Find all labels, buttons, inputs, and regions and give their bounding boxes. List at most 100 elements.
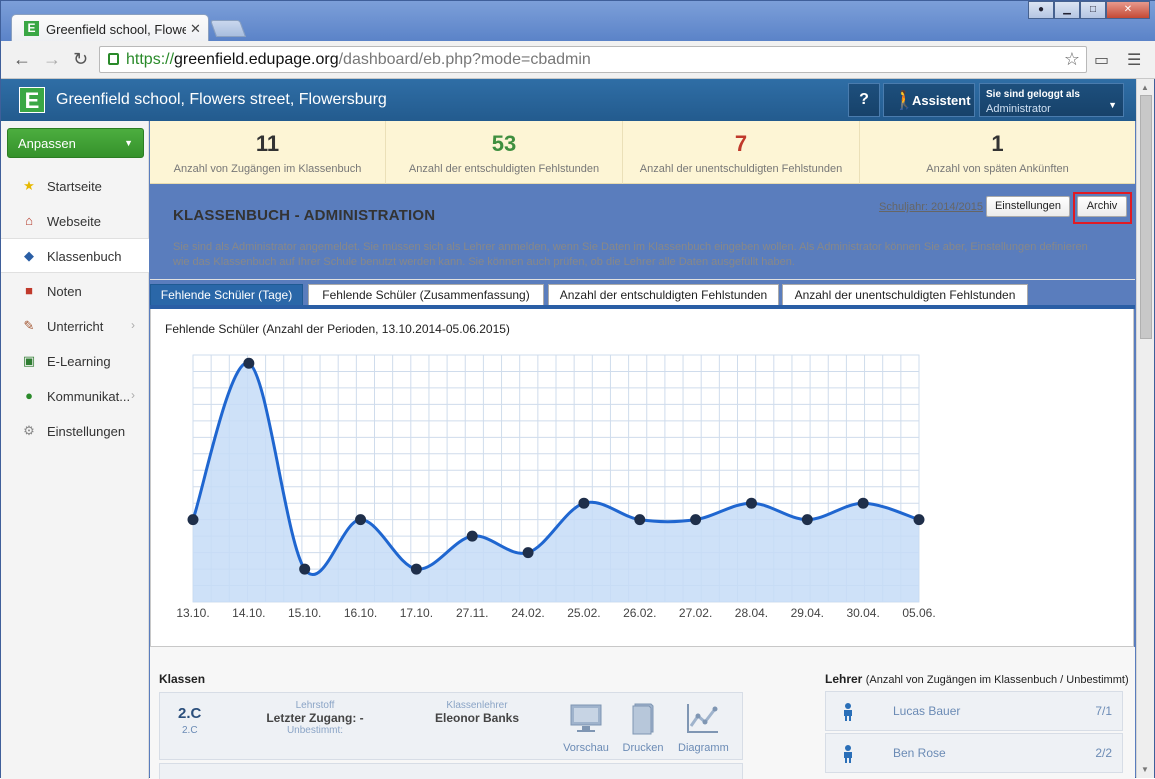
x-tick-label: 30.04. <box>846 606 879 620</box>
class-name: 2.C <box>178 705 202 722</box>
chart-button[interactable]: Diagramm <box>678 701 729 754</box>
chevron-right-icon: › <box>131 388 135 402</box>
user-menu[interactable]: Sie sind geloggt als Administrator ▼ <box>979 83 1124 117</box>
grades-icon: ■ <box>25 283 33 298</box>
stat-excused[interactable]: 53 Anzahl der entschuldigten Fehlstunden <box>386 121 623 184</box>
assistant-label: Assistent <box>912 93 971 108</box>
x-tick-label: 29.04. <box>791 606 824 620</box>
scroll-down-icon[interactable]: ▼ <box>1141 765 1149 774</box>
sidebar-item-einstellungen[interactable]: ⚙ Einstellungen <box>1 414 149 449</box>
highlight-box <box>1073 192 1132 224</box>
class-short: 2.C <box>182 725 198 736</box>
stat-unexcused[interactable]: 7 Anzahl der unentschuldigten Fehlstunde… <box>623 121 860 184</box>
window-close-icon[interactable]: ✕ <box>1106 1 1150 19</box>
teacher-row[interactable]: Ben Rose 2/2 <box>825 733 1123 773</box>
class-row[interactable] <box>159 763 743 779</box>
minimize-icon[interactable]: ▁ <box>1054 1 1080 19</box>
x-tick-label: 05.06. <box>902 606 935 620</box>
settings-button[interactable]: Einstellungen <box>986 196 1070 217</box>
person-icon <box>844 745 852 763</box>
teachers-heading: Lehrer (Anzahl von Zugängen im Klassenbu… <box>825 672 1129 686</box>
sidebar-item-noten[interactable]: ■ Noten <box>1 274 149 309</box>
class-row[interactable]: 2.C 2.C Lehrstoff Letzter Zugang: - Unbe… <box>159 692 743 760</box>
tab-close-icon[interactable]: ✕ <box>190 21 201 37</box>
cast-icon[interactable]: ▭ <box>1094 50 1109 70</box>
star-icon: ★ <box>23 178 35 193</box>
user-icon[interactable]: ● <box>1028 1 1054 19</box>
x-tick-label: 24.02. <box>511 606 544 620</box>
scroll-up-icon[interactable]: ▲ <box>1141 83 1149 92</box>
sidebar-item-unterricht[interactable]: ✎ Unterricht › <box>1 309 149 344</box>
homeroom-teacher-label: Klassenlehrer <box>446 700 508 711</box>
sidebar-item-webseite[interactable]: ⌂ Webseite <box>1 204 149 239</box>
house-icon: ⌂ <box>25 213 33 228</box>
school-year-link[interactable]: Schuljahr: 2014/2015 <box>879 201 983 213</box>
x-tick-label: 15.10. <box>288 606 321 620</box>
sidebar-item-elearning[interactable]: ▣ E-Learning <box>1 344 149 379</box>
book-icon: ◆ <box>24 248 34 263</box>
menu-icon[interactable]: ☰ <box>1127 50 1141 70</box>
data-point-26.02. <box>634 514 646 526</box>
forward-arrow-icon[interactable]: → <box>43 49 61 70</box>
browser-toolbar: ← → ↻ https://greenfield.edupage.org/das… <box>1 41 1155 79</box>
browser-tab[interactable]: E Greenfield school, Flowers street ✕ <box>11 14 209 42</box>
sidebar-item-startseite[interactable]: ★ Startseite <box>1 169 149 204</box>
data-point-30.04. <box>857 497 869 509</box>
chart-title: Fehlende Schüler (Anzahl der Perioden, 1… <box>165 322 510 336</box>
stat-entries[interactable]: 11 Anzahl von Zugängen im Klassenbuch <box>150 121 386 184</box>
x-tick-label: 28.04. <box>735 606 768 620</box>
absence-area-chart: 13.10. 14.10. 15.10. 16.10. 17.10. 27.11. 24.0… <box>176 354 936 620</box>
back-arrow-icon[interactable]: ← <box>13 49 31 70</box>
x-tick-label: 16.10. <box>344 606 377 620</box>
tab-missing-students-summary[interactable]: Fehlende Schüler (Zusammenfassung) <box>308 284 544 306</box>
data-point-15.10. <box>299 563 311 575</box>
url-text: https://greenfield.edupage.org/dashboard… <box>126 51 591 68</box>
data-point-14.10. <box>243 357 255 369</box>
print-button[interactable]: Drucken <box>619 701 667 754</box>
edupage-favicon-icon: E <box>24 21 39 36</box>
person-icon <box>844 703 852 721</box>
school-name: Greenfield school, Flowers street, Flowe… <box>56 91 387 108</box>
maximize-icon[interactable]: □ <box>1080 1 1106 19</box>
assistant-button[interactable]: 🚶 Assistent <box>883 83 975 117</box>
tab-missing-students-days[interactable]: Fehlende Schüler (Tage) <box>150 284 303 306</box>
logged-in-label: Sie sind geloggt als <box>986 89 1080 100</box>
sidebar-item-kommunikation[interactable]: ● Kommunikat... › <box>1 379 149 414</box>
scroll-thumb[interactable] <box>1140 95 1152 339</box>
x-tick-label: 17.10. <box>400 606 433 620</box>
customize-button[interactable]: Anpassen ▼ <box>7 128 144 158</box>
sidebar-item-klassenbuch[interactable]: ◆ Klassenbuch <box>1 238 149 273</box>
document-icon <box>632 703 654 735</box>
chevron-right-icon: › <box>131 318 135 332</box>
monitor-icon <box>570 704 602 732</box>
browser-window: E Greenfield school, Flowers street ✕ ● … <box>0 0 1155 779</box>
chevron-down-icon: ▼ <box>124 138 133 148</box>
stat-label: Anzahl von späten Ankünften <box>926 163 1069 175</box>
data-point-13.10. <box>187 514 199 526</box>
page-scrollbar[interactable]: ▲ ▼ <box>1136 79 1154 778</box>
stat-value: 1 <box>991 131 1004 156</box>
preview-button[interactable]: Vorschau <box>562 701 610 754</box>
stat-value: 11 <box>255 131 280 156</box>
app-header: E Greenfield school, Flowers street, Flo… <box>1 79 1136 121</box>
data-point-27.02. <box>690 514 702 526</box>
page-title: KLASSENBUCH - ADMINISTRATION <box>173 207 436 224</box>
admin-info-text: Sie sind als Administrator angemeldet. S… <box>173 241 1088 268</box>
reload-icon[interactable]: ↻ <box>73 49 88 70</box>
help-button[interactable]: ? <box>848 83 880 117</box>
homeroom-teacher-column: Klassenlehrer Eleonor Banks <box>422 700 532 725</box>
edupage-logo[interactable]: E <box>19 87 45 113</box>
stat-late[interactable]: 1 Anzahl von späten Ankünften <box>860 121 1135 184</box>
address-bar[interactable]: https://greenfield.edupage.org/dashboard… <box>99 46 1087 73</box>
x-tick-label: 26.02. <box>623 606 656 620</box>
new-tab-button[interactable] <box>209 20 247 37</box>
sidebar: Anpassen ▼ ★ Startseite ⌂ Webseite ◆ Kla… <box>1 121 149 779</box>
stat-value: 7 <box>734 131 748 156</box>
teacher-name: Lucas Bauer <box>893 704 961 718</box>
bookmark-star-icon[interactable]: ☆ <box>1064 49 1080 70</box>
tab-unexcused-hours[interactable]: Anzahl der unentschuldigten Fehlstunden <box>782 284 1028 306</box>
classes-heading: Klassen <box>159 672 206 686</box>
line-chart-icon <box>687 704 718 733</box>
teacher-row[interactable]: Lucas Bauer 7/1 <box>825 691 1123 731</box>
tab-excused-hours[interactable]: Anzahl der entschuldigten Fehlstunden <box>548 284 779 306</box>
